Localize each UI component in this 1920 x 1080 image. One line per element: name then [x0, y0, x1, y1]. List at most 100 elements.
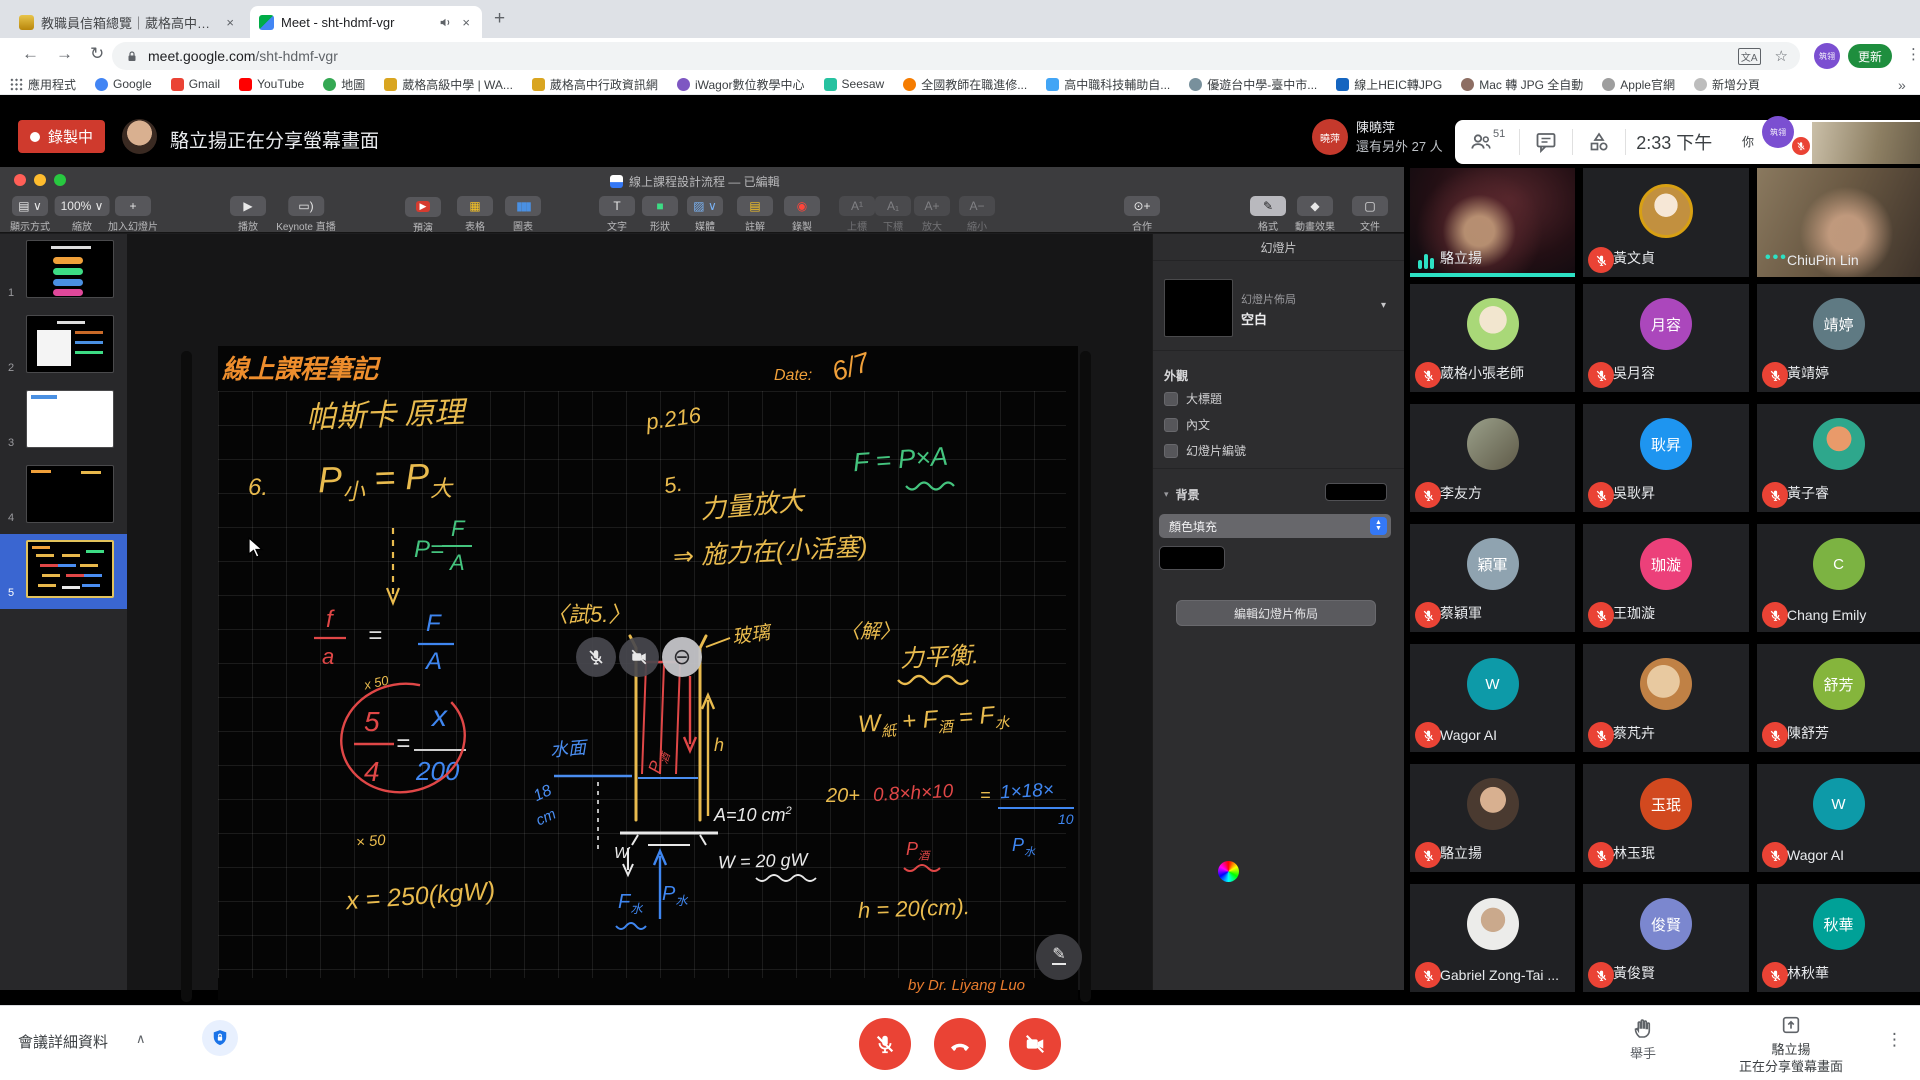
video-tile-presenter[interactable]: 駱立揚 — [1410, 168, 1575, 277]
bookmark-item[interactable]: 葳格高中行政資訊網 — [532, 76, 658, 93]
tab-meet[interactable]: Meet - sht-hdmf-vgr × — [250, 6, 482, 38]
slide-thumbnail[interactable] — [26, 540, 114, 598]
toolbar-button-媒體[interactable]: ▨ ∨媒體 — [687, 196, 723, 233]
slide-thumbnail-row[interactable]: 1 — [0, 234, 127, 309]
chrome-update-button[interactable]: 更新 — [1848, 44, 1892, 68]
slide-thumbnail-row[interactable]: 5 — [0, 534, 127, 609]
participant-tile[interactable]: 秋華 林秋華 — [1757, 884, 1920, 992]
toolbar-button-放大[interactable]: A+放大 — [914, 196, 950, 233]
toolbar-button-註解[interactable]: ▤註解 — [737, 196, 773, 233]
bookmark-item[interactable]: 全國教師在職進修... — [903, 76, 1027, 93]
participant-tile[interactable]: 蔡芃卉 — [1583, 644, 1749, 752]
bookmark-item[interactable]: 優遊台中學-臺中市... — [1189, 76, 1317, 93]
participant-tile[interactable]: 月容 吳月容 — [1583, 284, 1749, 392]
toolbar-button-文字[interactable]: T文字 — [599, 196, 635, 233]
chat-button[interactable] — [1520, 130, 1572, 154]
checkbox[interactable] — [1164, 418, 1178, 432]
toolbar-button-合作[interactable]: ⊙+合作 — [1124, 196, 1160, 233]
camera-toggle-button[interactable] — [1009, 1018, 1061, 1070]
bookmark-item[interactable]: Mac 轉 JPG 全自動 — [1461, 76, 1583, 93]
participant-tile[interactable]: 珈漩 王珈漩 — [1583, 524, 1749, 632]
disclosure-triangle-icon[interactable]: ▾ — [1164, 489, 1169, 500]
bookmark-item[interactable]: Gmail — [171, 77, 220, 91]
toolbar-button-上標[interactable]: A¹上標 — [839, 196, 875, 233]
toolbar-button-預演[interactable]: ▶預演 — [405, 196, 441, 234]
bookmark-item[interactable]: Seesaw — [824, 77, 885, 91]
slide-thumbnail[interactable] — [26, 465, 114, 523]
select-stepper-icon[interactable]: ▲▼ — [1370, 517, 1387, 535]
overlay-zoom-out-button[interactable]: ⊖ — [662, 637, 702, 677]
fill-color-swatch[interactable] — [1159, 546, 1225, 570]
slide[interactable]: 線上課程筆記Date:6/7帕斯卡 原理p.216F = P×A6.P小 = P… — [218, 346, 1078, 1000]
toolbar-button-縮放[interactable]: 100% ∨縮放 — [55, 196, 110, 233]
bookmark-item[interactable]: 新增分頁 — [1694, 76, 1760, 93]
presenting-status[interactable]: 駱立揚 正在分享螢幕畫面 — [1726, 1014, 1856, 1076]
participants-button[interactable]: 51 — [1455, 130, 1519, 154]
participant-tile[interactable]: 玉珉 林玉珉 — [1583, 764, 1749, 872]
background-section[interactable]: ▾背景 — [1164, 486, 1200, 503]
participant-tile[interactable]: 耿昇 吳耿昇 — [1583, 404, 1749, 512]
tab-school-mail[interactable]: 教職員信箱總覽｜葳格高中行政 × — [10, 6, 246, 38]
new-tab-button[interactable]: + — [494, 8, 505, 30]
slide-thumbnail[interactable] — [26, 240, 114, 298]
participant-tile[interactable]: 黃文貞 — [1583, 168, 1749, 277]
browser-menu-icon[interactable]: ⋮ — [1906, 45, 1920, 63]
slide-thumbnail-row[interactable]: 3 — [0, 384, 127, 459]
bookmark-item[interactable]: 應用程式 — [10, 76, 76, 93]
raise-hand-button[interactable]: 舉手 — [1620, 1016, 1666, 1062]
back-button[interactable]: ← — [22, 44, 39, 64]
activities-button[interactable] — [1573, 130, 1625, 154]
bookmark-item[interactable]: YouTube — [239, 77, 304, 91]
annotate-pencil-button[interactable]: ✎ — [1036, 934, 1082, 980]
bookmark-item[interactable]: 高中職科技輔助自... — [1046, 76, 1170, 93]
bookmark-item[interactable]: 葳格高級中學 | WA... — [384, 76, 513, 93]
toolbar-button-動畫效果[interactable]: ◆動畫效果 — [1295, 196, 1335, 233]
participant-tile[interactable]: 黃子睿 — [1757, 404, 1920, 512]
background-color-well[interactable] — [1325, 483, 1387, 501]
participant-tile[interactable]: 葳格小張老師 — [1410, 284, 1575, 392]
toolbar-button-加入幻燈片[interactable]: +加入幻燈片 — [108, 196, 158, 233]
bookmark-item[interactable]: Apple官網 — [1602, 76, 1675, 93]
more-options-icon[interactable]: ⋮ — [1886, 1030, 1903, 1050]
appearance-checkbox-row[interactable]: 幻燈片編號 — [1164, 442, 1246, 459]
toolbar-button-格式[interactable]: ✎格式 — [1250, 196, 1286, 233]
self-video-thumbnail[interactable] — [1812, 122, 1920, 164]
bookmark-item[interactable]: 地圖 — [323, 76, 365, 93]
minimize-window-button[interactable] — [34, 174, 46, 186]
toolbar-button-Keynote 直播[interactable]: ▭)Keynote 直播 — [276, 196, 335, 233]
meeting-details-button[interactable]: 會議詳細資料 ∧ — [18, 1031, 146, 1052]
color-wheel-icon[interactable] — [1218, 861, 1239, 882]
layout-thumbnail[interactable] — [1164, 279, 1233, 337]
layout-dropdown-icon[interactable]: ▾ — [1381, 300, 1386, 311]
toolbar-button-顯示方式[interactable]: ▤ ∨顯示方式 — [10, 196, 50, 233]
bookmarks-overflow-icon[interactable]: » — [1898, 77, 1914, 93]
toolbar-button-圖表[interactable]: ▮▮▮圖表 — [505, 196, 541, 233]
participant-tile[interactable]: C Chang Emily — [1757, 524, 1920, 632]
overflow-participant-avatar[interactable]: 曉萍 — [1312, 119, 1348, 155]
url-bar[interactable]: meet.google.com/sht-hdmf-vgr 文A ☆ — [112, 42, 1800, 70]
appearance-checkbox-row[interactable]: 內文 — [1164, 416, 1246, 433]
meeting-safety-icon[interactable] — [202, 1020, 238, 1056]
slide-thumbnail-row[interactable]: 4 — [0, 459, 127, 534]
leave-call-button[interactable] — [934, 1018, 986, 1070]
participant-tile[interactable]: 駱立揚 — [1410, 764, 1575, 872]
participant-tile[interactable]: W Wagor AI — [1757, 764, 1920, 872]
toolbar-button-形狀[interactable]: ■形狀 — [642, 196, 678, 233]
self-avatar[interactable]: 筑翎 — [1762, 116, 1794, 148]
bookmark-item[interactable]: iWagor數位教學中心 — [677, 76, 805, 93]
participant-tile[interactable]: 舒芳 陳舒芳 — [1757, 644, 1920, 752]
toolbar-button-錄製[interactable]: ◉錄製 — [784, 196, 820, 233]
reload-button[interactable]: ↻ — [90, 44, 104, 64]
slide-thumbnail[interactable] — [26, 315, 114, 373]
mic-toggle-button[interactable] — [859, 1018, 911, 1070]
participant-tile[interactable]: 李友方 — [1410, 404, 1575, 512]
appearance-checkbox-row[interactable]: 大標題 — [1164, 390, 1246, 407]
checkbox[interactable] — [1164, 392, 1178, 406]
overlay-camera-off-button[interactable] — [619, 637, 659, 677]
participant-tile[interactable]: 俊賢 黃俊賢 — [1583, 884, 1749, 992]
fill-type-select[interactable]: 顏色填充 ▲▼ — [1159, 514, 1391, 538]
bookmark-star-icon[interactable]: ☆ — [1775, 47, 1788, 65]
close-window-button[interactable] — [14, 174, 26, 186]
toolbar-button-表格[interactable]: ▦表格 — [457, 196, 493, 233]
toolbar-button-播放[interactable]: ▶播放 — [230, 196, 266, 233]
